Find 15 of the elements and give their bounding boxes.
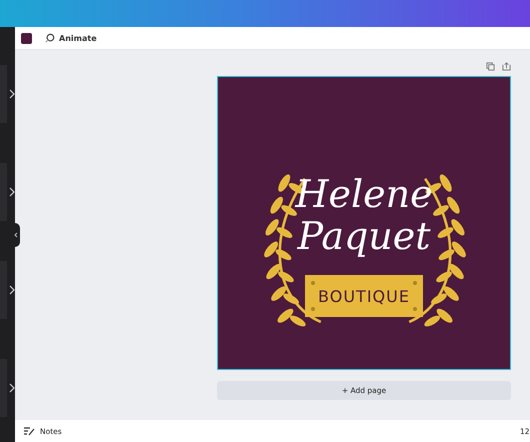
brand-name: Helene: [295, 173, 433, 215]
animate-icon: [44, 32, 55, 44]
share-icon[interactable]: [502, 62, 511, 71]
chevron-right-icon[interactable]: [9, 89, 15, 99]
design-page[interactable]: Helene Paquet BOUTIQUE: [217, 76, 511, 370]
notes-icon: [23, 426, 35, 436]
animate-button[interactable]: Animate: [42, 32, 99, 44]
duplicate-icon[interactable]: [486, 62, 495, 71]
chevron-right-icon[interactable]: [9, 285, 15, 295]
brand-name: Paquet: [297, 215, 431, 257]
chevron-right-icon[interactable]: [9, 383, 15, 393]
plaque-text: BOUTIQUE: [318, 286, 410, 306]
collapse-handle[interactable]: [12, 223, 20, 247]
chevron-right-icon[interactable]: [9, 187, 15, 197]
color-swatch[interactable]: [21, 32, 32, 44]
